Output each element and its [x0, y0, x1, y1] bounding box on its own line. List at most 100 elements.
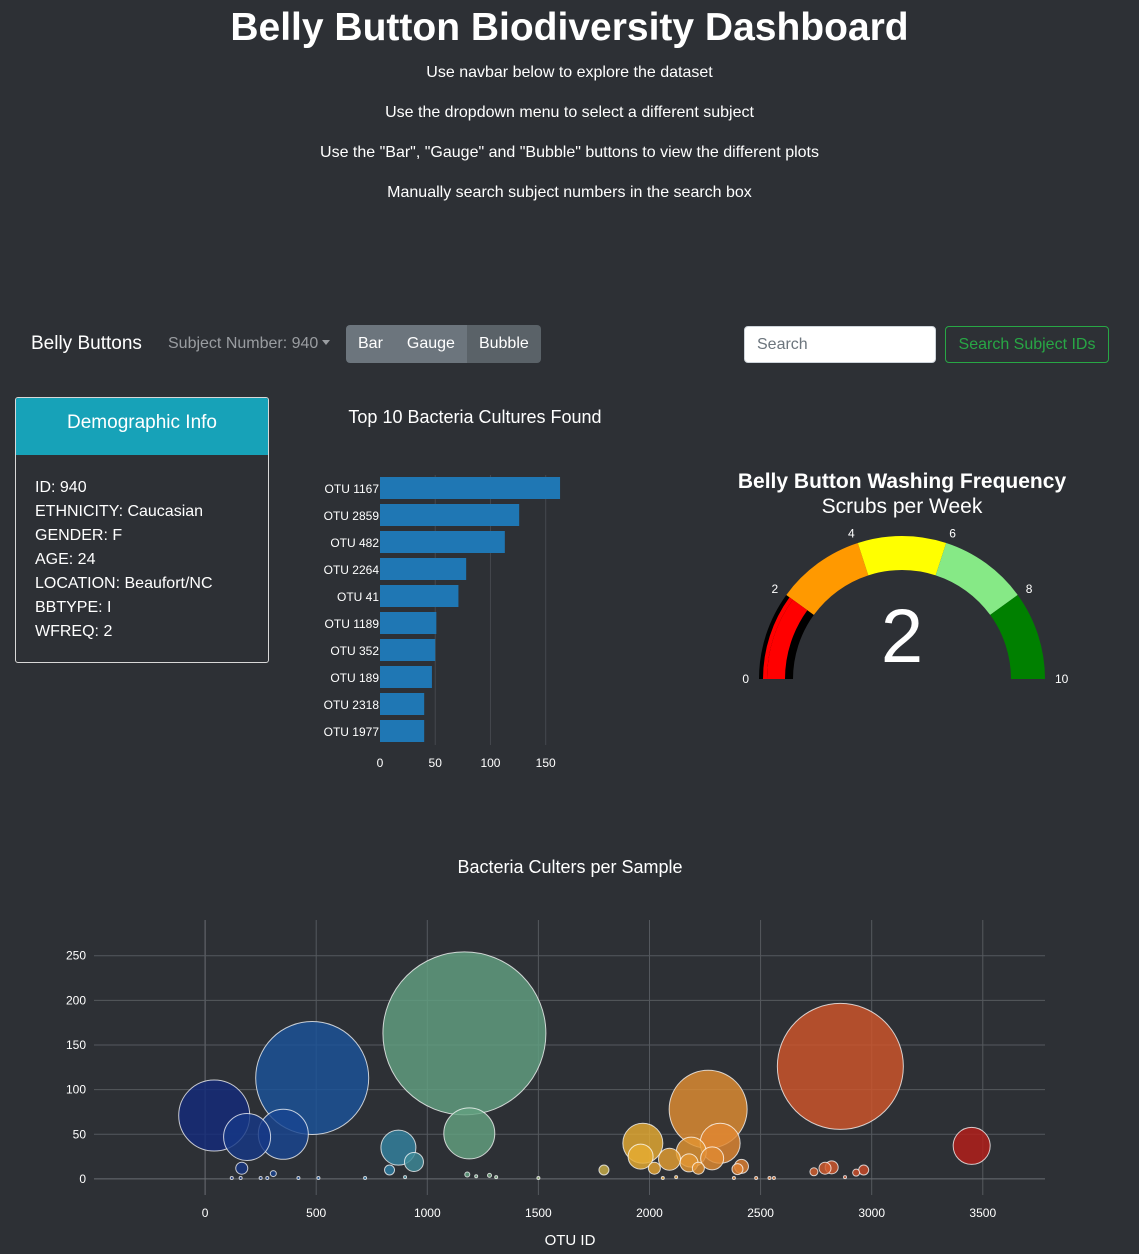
bubble[interactable] [754, 1176, 759, 1181]
bubble[interactable] [474, 1174, 479, 1179]
bar[interactable] [380, 639, 436, 661]
instruction-text: Manually search subject numbers in the s… [387, 184, 752, 201]
bar[interactable] [380, 585, 459, 607]
search-subject-ids-button[interactable]: Search Subject IDs [945, 326, 1109, 363]
bubble[interactable] [403, 1175, 408, 1180]
bubble[interactable] [598, 1164, 610, 1176]
bar-category-label: OTU 2318 [324, 698, 380, 712]
demo-bbtype: BBTYPE: I [35, 599, 112, 616]
gauge-tick-label: 4 [848, 526, 855, 540]
bubble[interactable] [269, 1170, 277, 1178]
gauge-value: 2 [881, 594, 923, 679]
bubble[interactable] [691, 1161, 705, 1175]
bubble[interactable] [858, 1164, 870, 1176]
instruction-text: Use navbar below to explore the dataset [426, 64, 713, 81]
bubble[interactable] [494, 1175, 499, 1180]
bubble-x-tick-label: 500 [306, 1206, 326, 1220]
bubble-button[interactable]: Bubble [466, 325, 541, 363]
bar[interactable] [380, 531, 505, 553]
bar-chart-title: Top 10 Bacteria Cultures Found [348, 407, 601, 427]
bubble-chart-title: Bacteria Culters per Sample [457, 857, 682, 877]
bubble[interactable] [403, 1151, 424, 1172]
bubble-x-tick-label: 3500 [969, 1206, 996, 1220]
gauge-button[interactable]: Gauge [394, 325, 467, 363]
bubble[interactable] [382, 951, 547, 1116]
bubble[interactable] [443, 1107, 496, 1160]
gauge-tick-label: 10 [1055, 672, 1069, 686]
bubble[interactable] [238, 1176, 243, 1181]
gauge-tick-label: 6 [949, 526, 956, 540]
demographic-info-card: Demographic Info ID: 940 ETHNICITY: Cauc… [15, 397, 269, 663]
bubble[interactable] [674, 1175, 679, 1180]
bubble[interactable] [384, 1164, 396, 1176]
demo-age: AGE: 24 [35, 551, 96, 568]
bubble-x-tick-label: 1500 [525, 1206, 552, 1220]
bar-category-label: OTU 1167 [325, 482, 380, 496]
bar-category-label: OTU 352 [330, 644, 379, 658]
bar[interactable] [380, 666, 432, 688]
bubble[interactable] [731, 1176, 736, 1181]
bubble[interactable] [818, 1161, 832, 1175]
bubble[interactable] [464, 1171, 471, 1178]
bubble[interactable] [776, 1002, 904, 1130]
demographic-info-header: Demographic Info [16, 398, 268, 455]
bar-x-tick-label: 50 [429, 756, 443, 770]
gauge-chart: Belly Button Washing Frequency Scrubs pe… [738, 470, 1069, 686]
subject-dropdown[interactable]: Subject Number: 940 [168, 335, 331, 353]
bubble-x-axis-label: OTU ID [545, 1232, 596, 1249]
bubble[interactable] [952, 1126, 991, 1165]
demo-wfreq: WFREQ: 2 [35, 623, 113, 640]
bubble[interactable] [316, 1176, 321, 1181]
bubble[interactable] [809, 1167, 819, 1177]
bubble[interactable] [731, 1163, 744, 1176]
gauge-subtitle: Scrubs per Week [822, 495, 983, 518]
bubble[interactable] [223, 1112, 272, 1161]
instruction-text: Use the "Bar", "Gauge" and "Bubble" butt… [320, 144, 819, 161]
bar-category-label: OTU 41 [337, 590, 379, 604]
bubble-y-tick-label: 50 [73, 1127, 87, 1141]
search-input[interactable] [744, 326, 936, 363]
bar[interactable] [380, 558, 467, 580]
bar-category-label: OTU 1189 [325, 617, 380, 631]
gauge-tick-label: 8 [1026, 582, 1033, 596]
page-title: Belly Button Biodiversity Dashboard [230, 6, 909, 49]
bar-category-label: OTU 2859 [324, 509, 380, 523]
bar-button[interactable]: Bar [346, 325, 395, 363]
bubble[interactable] [771, 1176, 776, 1181]
bubble-y-tick-label: 250 [66, 949, 86, 963]
bar-x-tick-label: 100 [480, 756, 500, 770]
bar[interactable] [380, 693, 425, 715]
bubble[interactable] [647, 1161, 661, 1175]
bubble-x-tick-label: 1000 [414, 1206, 441, 1220]
bubble[interactable] [296, 1176, 301, 1181]
bubble[interactable] [229, 1176, 234, 1181]
bubble[interactable] [536, 1176, 541, 1181]
bubble-x-tick-label: 2000 [636, 1206, 663, 1220]
bar-category-label: OTU 189 [330, 671, 379, 685]
demographic-info-body: ID: 940 ETHNICITY: Caucasian GENDER: F A… [16, 455, 268, 662]
bar[interactable] [380, 504, 520, 526]
bubble[interactable] [657, 1147, 681, 1171]
bar[interactable] [380, 720, 425, 742]
bubble[interactable] [363, 1176, 368, 1181]
bar-chart: Top 10 Bacteria Cultures Found OTU 1167 O… [324, 407, 602, 770]
bubble-y-tick-label: 150 [66, 1038, 86, 1052]
gauge-tick-label: 0 [742, 672, 749, 686]
bubble[interactable] [265, 1176, 270, 1181]
bar-category-label: OTU 2264 [324, 563, 380, 577]
bar-x-tick-label: 150 [536, 756, 556, 770]
demo-location: LOCATION: Beaufort/NC [35, 575, 213, 592]
bubble[interactable] [235, 1161, 249, 1175]
bubble[interactable] [767, 1176, 772, 1181]
bubble[interactable] [852, 1168, 861, 1177]
bubble[interactable] [487, 1172, 493, 1178]
bar[interactable] [380, 477, 561, 499]
bubble[interactable] [843, 1175, 848, 1180]
bubble[interactable] [258, 1176, 263, 1181]
bubble[interactable] [660, 1176, 665, 1181]
bubble-x-tick-label: 2500 [747, 1206, 774, 1220]
navbar-brand[interactable]: Belly Buttons [31, 333, 142, 355]
demo-gender: GENDER: F [35, 527, 123, 544]
bar[interactable] [380, 612, 437, 634]
bubble-y-tick-label: 0 [79, 1172, 86, 1186]
